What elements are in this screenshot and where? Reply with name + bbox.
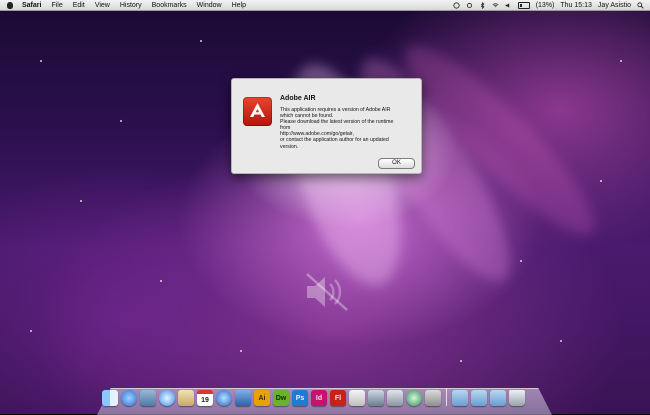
preview-icon[interactable] [349, 390, 365, 406]
wifi-icon[interactable] [492, 2, 499, 9]
sync-icon[interactable] [466, 2, 473, 9]
menu-view[interactable]: View [95, 2, 110, 9]
indesign-icon[interactable]: Id [311, 390, 327, 406]
calendar-icon[interactable]: 19 [197, 390, 213, 406]
apple-icon[interactable] [7, 1, 13, 9]
timemachine-icon[interactable] [453, 2, 460, 9]
documents-stack-icon[interactable] [471, 390, 487, 406]
flash-icon[interactable]: Fl [330, 390, 346, 406]
dialog-title: Adobe AIR [280, 95, 316, 102]
battery-icon[interactable] [517, 2, 530, 9]
activity-monitor-icon[interactable] [425, 390, 441, 406]
menu-extras: (13%) Thu 15:13 Jay Asistio [453, 0, 644, 11]
desktop-wallpaper [0, 0, 650, 414]
dialog-message-line: version. [280, 143, 299, 150]
finder-icon[interactable] [102, 390, 118, 406]
volume-icon[interactable] [505, 2, 512, 9]
menu-bookmarks[interactable]: Bookmarks [152, 2, 187, 9]
photoshop-icon[interactable]: Ps [292, 390, 308, 406]
utilities-icon[interactable] [368, 390, 384, 406]
battery-percent[interactable]: (13%) [536, 2, 555, 9]
bluetooth-icon[interactable] [479, 2, 486, 9]
menubar-clock[interactable]: Thu 15:13 [560, 2, 592, 9]
adobe-air-icon [243, 97, 272, 126]
mute-icon [306, 273, 348, 311]
menu-help[interactable]: Help [232, 2, 246, 9]
menu-app-name[interactable]: Safari [22, 2, 41, 9]
dock-separator [446, 388, 447, 406]
ok-button[interactable]: OK [378, 158, 415, 169]
menu-edit[interactable]: Edit [73, 2, 85, 9]
mail-icon[interactable] [140, 390, 156, 406]
system-preferences-icon[interactable] [387, 390, 403, 406]
menu-window[interactable]: Window [197, 2, 222, 9]
applications-stack-icon[interactable] [452, 390, 468, 406]
trash-icon[interactable] [509, 390, 525, 406]
menu-bar: Safari File Edit View History Bookmarks … [0, 0, 650, 11]
iphoto-icon[interactable] [235, 390, 251, 406]
itunes-icon[interactable] [216, 390, 232, 406]
adobe-air-alert-dialog: Adobe AIR This application requires a ve… [231, 78, 422, 174]
spotlight-icon[interactable] [637, 2, 644, 9]
menubar-user[interactable]: Jay Asistio [598, 2, 631, 9]
dialog-message: This application requires a version of A… [280, 107, 418, 150]
menu-history[interactable]: History [120, 2, 142, 9]
downloads-stack-icon[interactable] [490, 390, 506, 406]
time-machine-icon[interactable] [406, 390, 422, 406]
dashboard-icon[interactable] [121, 390, 137, 406]
menu-file[interactable]: File [51, 2, 62, 9]
safari-icon[interactable] [159, 390, 175, 406]
dock: 19 Ai Dw Ps Id Fl [102, 382, 528, 406]
illustrator-icon[interactable]: Ai [254, 390, 270, 406]
address-book-icon[interactable] [178, 390, 194, 406]
dreamweaver-icon[interactable]: Dw [273, 390, 289, 406]
